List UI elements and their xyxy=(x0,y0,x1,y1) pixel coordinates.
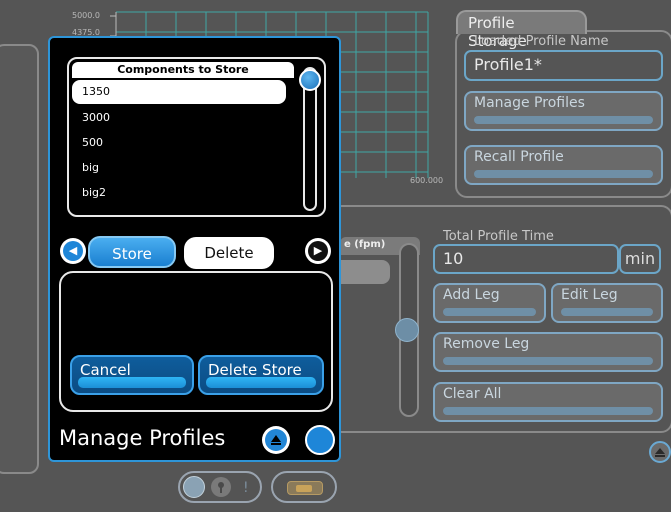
loaded-profile-field[interactable]: Profile1* xyxy=(464,50,663,81)
dialog-title: Manage Profiles xyxy=(59,426,226,450)
list-item[interactable]: 500 xyxy=(72,131,286,155)
remove-leg-button[interactable]: Remove Leg xyxy=(433,332,663,372)
battery-indicator[interactable] xyxy=(271,471,337,503)
button-bar xyxy=(443,407,653,415)
mode-toggle-group[interactable]: ! xyxy=(178,471,262,503)
list-header: Components to Store xyxy=(72,62,294,78)
left-side-panel xyxy=(0,44,39,474)
svg-text:!: ! xyxy=(243,480,249,496)
profile-storage-title: Profile Storage xyxy=(456,10,587,50)
total-time-label: Total Profile Time xyxy=(443,229,554,244)
collapse-up-icon[interactable] xyxy=(262,426,290,454)
recall-profile-button[interactable]: Recall Profile xyxy=(464,145,663,185)
collapse-up-icon[interactable] xyxy=(649,441,671,463)
info-icon: ! xyxy=(236,477,256,497)
edit-leg-button[interactable]: Edit Leg xyxy=(551,283,663,323)
total-time-field[interactable]: 10 xyxy=(433,244,619,274)
remove-leg-label: Remove Leg xyxy=(443,336,530,352)
manage-profiles-label: Manage Profiles xyxy=(474,95,585,111)
chevron-right-icon[interactable]: ▶ xyxy=(305,238,331,264)
speed-value-cell[interactable] xyxy=(340,260,390,284)
edit-leg-label: Edit Leg xyxy=(561,287,618,303)
delete-content-area: Cancel Delete Store xyxy=(59,271,333,412)
slider-knob[interactable] xyxy=(395,318,419,342)
list-scrollbar[interactable] xyxy=(299,67,321,211)
lock-icon xyxy=(211,477,231,497)
confirm-circle-button[interactable] xyxy=(305,425,335,455)
toggle-knob-icon xyxy=(183,476,205,498)
manage-profiles-dialog: Components to Store 1350 3000 500 big bi… xyxy=(48,36,341,462)
add-leg-label: Add Leg xyxy=(443,287,500,303)
button-bar xyxy=(443,308,536,316)
cancel-button[interactable]: Cancel xyxy=(70,355,194,395)
manage-profiles-button[interactable]: Manage Profiles xyxy=(464,91,663,131)
components-list[interactable]: Components to Store 1350 3000 500 big bi… xyxy=(67,57,326,217)
chevron-left-icon[interactable]: ◀ xyxy=(60,238,86,264)
loaded-profile-label: Loaded Profile Name xyxy=(474,34,609,49)
list-item[interactable]: 1350 xyxy=(72,80,286,104)
list-item[interactable]: big xyxy=(72,156,286,180)
list-item[interactable]: 3000 xyxy=(72,106,286,130)
button-bar xyxy=(561,308,653,316)
tab-store[interactable]: Store xyxy=(88,236,176,268)
time-unit: min xyxy=(619,244,661,274)
button-bar xyxy=(206,377,316,388)
legs-vertical-slider[interactable] xyxy=(395,243,419,417)
list-item[interactable]: big2 xyxy=(72,181,286,205)
add-leg-button[interactable]: Add Leg xyxy=(433,283,546,323)
tab-delete[interactable]: Delete xyxy=(184,237,274,269)
clear-all-button[interactable]: Clear All xyxy=(433,382,663,422)
button-bar xyxy=(78,377,186,388)
scrollbar-knob[interactable] xyxy=(299,69,321,91)
button-bar xyxy=(474,116,653,124)
delete-store-button[interactable]: Delete Store xyxy=(198,355,324,395)
button-bar xyxy=(474,170,653,178)
x-tick-label: 600.000 xyxy=(410,176,444,185)
recall-profile-label: Recall Profile xyxy=(474,149,564,165)
y-tick-label: 5000.0 xyxy=(72,11,100,20)
clear-all-label: Clear All xyxy=(443,386,502,402)
button-bar xyxy=(443,357,653,365)
battery-icon xyxy=(287,481,323,495)
